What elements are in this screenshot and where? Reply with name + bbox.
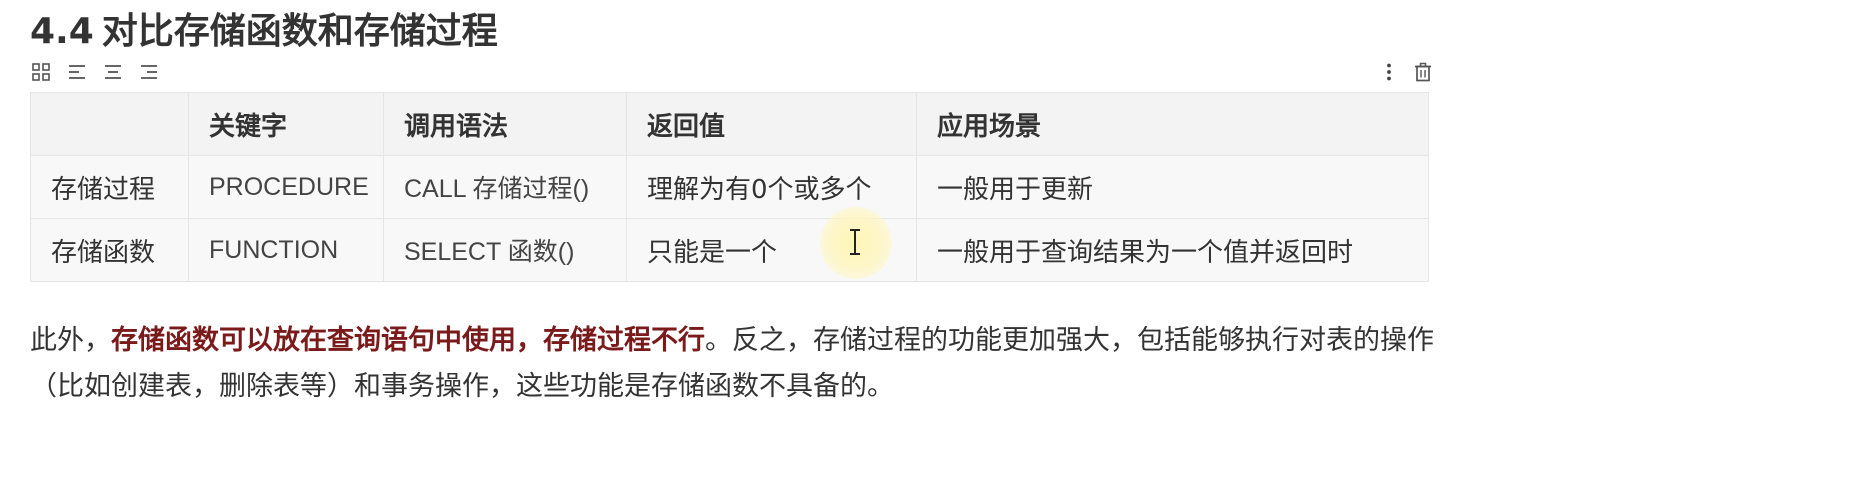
table-cell: SELECT 函数(): [383, 218, 627, 282]
table-cell: 一般用于更新: [916, 155, 1429, 219]
section-title: 对比存储函数和存储过程: [101, 11, 498, 52]
table-row: 存储函数 FUNCTION SELECT 函数() 只能是一个 一般用于查询结果…: [30, 218, 1429, 282]
table-toolbar: [30, 59, 160, 85]
paragraph-emphasis: 存储函数可以放在查询语句中使用，存储过程不行: [111, 325, 705, 356]
align-right-icon[interactable]: [138, 61, 160, 83]
section-number: 4.4: [30, 11, 94, 52]
table-cell: 只能是一个: [626, 218, 917, 282]
align-left-icon[interactable]: [66, 61, 88, 83]
description-paragraph: 此外，存储函数可以放在查询语句中使用，存储过程不行。反之，存储过程的功能更加强大…: [30, 318, 1450, 410]
table-cell: 理解为有0个或多个: [626, 155, 917, 219]
table-header-cell: 应用场景: [916, 92, 1429, 156]
align-center-icon[interactable]: [102, 61, 124, 83]
table-header-cell: [30, 92, 189, 156]
comparison-table: 关键字 调用语法 返回值 应用场景 存储过程 PROCEDURE CALL 存储…: [30, 92, 1429, 282]
section-heading: 4.4 对比存储函数和存储过程: [30, 8, 498, 56]
table-cell: CALL 存储过程(): [383, 155, 627, 219]
table-cell: PROCEDURE: [188, 155, 384, 219]
table-header-cell: 关键字: [188, 92, 384, 156]
table-header-cell: 调用语法: [383, 92, 627, 156]
paragraph-prefix: 此外，: [30, 325, 111, 356]
table-header-cell: 返回值: [626, 92, 917, 156]
table-cell: FUNCTION: [188, 218, 384, 282]
table-actions: [1378, 59, 1434, 85]
table-header-row: 关键字 调用语法 返回值 应用场景: [30, 92, 1429, 156]
trash-icon[interactable]: [1412, 61, 1434, 83]
table-row: 存储过程 PROCEDURE CALL 存储过程() 理解为有0个或多个 一般用…: [30, 155, 1429, 219]
table-cell: 存储过程: [30, 155, 189, 219]
table-cell: 一般用于查询结果为一个值并返回时: [916, 218, 1429, 282]
document-page: 4.4 对比存储函数和存储过程 关键字 调用语法 返回值 应用场景 存储过程 P…: [0, 0, 1864, 500]
grid-icon[interactable]: [30, 61, 52, 83]
more-vertical-icon[interactable]: [1378, 61, 1400, 83]
table-cell: 存储函数: [30, 218, 189, 282]
